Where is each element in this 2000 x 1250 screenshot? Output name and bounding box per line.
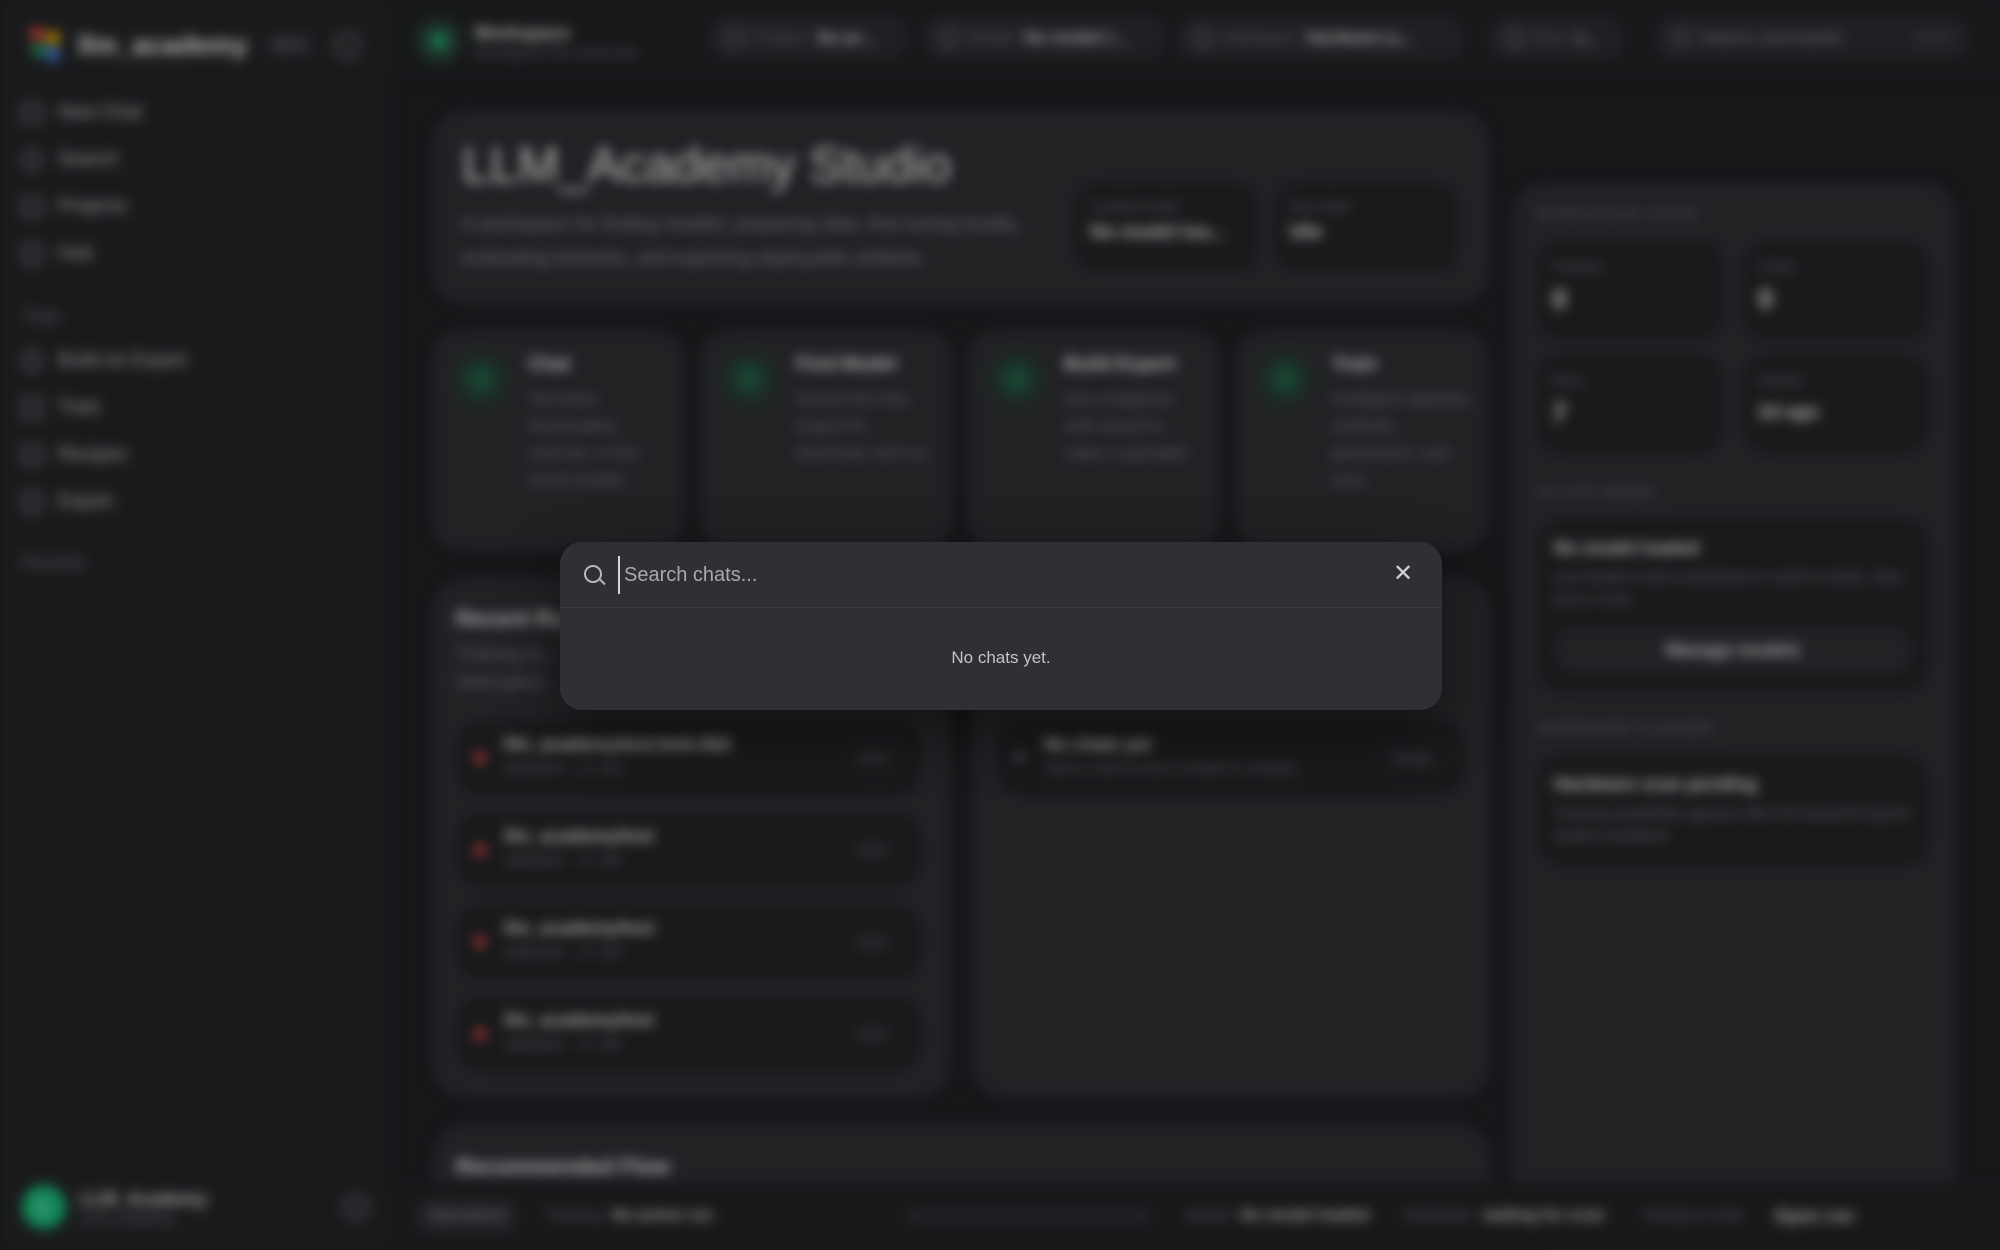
search-icon [584, 565, 602, 583]
dialog-header: ✕ [560, 542, 1442, 608]
search-chats-input[interactable] [618, 556, 1358, 594]
close-icon[interactable]: ✕ [1392, 562, 1414, 586]
search-chats-dialog: ✕ No chats yet. [560, 542, 1442, 710]
empty-state-message: No chats yet. [951, 648, 1051, 667]
